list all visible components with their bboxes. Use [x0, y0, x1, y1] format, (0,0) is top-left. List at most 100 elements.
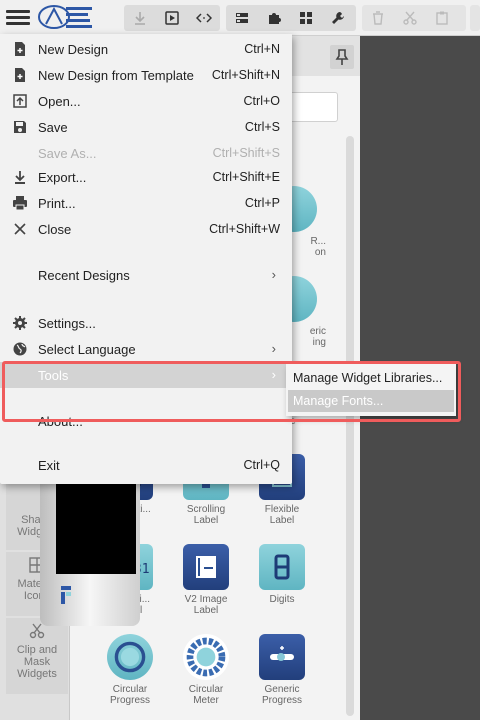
menu-item-new-design[interactable]: New Design Ctrl+N	[0, 36, 292, 62]
menu-item-about[interactable]: About...	[0, 408, 292, 434]
tools-submenu: Manage Widget Libraries... Manage Fonts.…	[286, 364, 456, 416]
menu-item-label: Save As...	[38, 146, 97, 161]
puzzle-icon[interactable]	[258, 5, 290, 31]
menu-item-label: Tools	[38, 368, 69, 383]
menu-shortcut: Ctrl+Shift+S	[212, 146, 280, 160]
toolbar-group-tools	[226, 5, 356, 31]
menu-item-label: New Design from Template	[38, 68, 194, 83]
app-logo	[38, 5, 92, 29]
template-icon	[15, 68, 25, 82]
category-clip-mask[interactable]: Clip and Mask Widgets	[6, 618, 68, 694]
menu-item-label: New Design	[38, 42, 109, 57]
menu-item-label: About...	[38, 414, 83, 429]
category-label: Clip and	[16, 644, 58, 656]
export-icon	[15, 171, 25, 184]
category-label: Mask	[23, 656, 51, 668]
menu-shortcut: Ctrl+Q	[243, 458, 280, 472]
submenu-item-manage-fonts[interactable]: Manage Fonts...	[288, 390, 454, 412]
category-label: Widgets	[17, 668, 57, 680]
menu-item-open[interactable]: Open... Ctrl+O	[0, 88, 292, 114]
menu-item-label: Close	[38, 222, 72, 237]
menu-item-settings[interactable]: Settings...	[0, 310, 292, 336]
submenu-item-manage-widget-libraries[interactable]: Manage Widget Libraries...	[288, 367, 454, 389]
menu-item-export[interactable]: Export... Ctrl+Shift+E	[0, 164, 292, 190]
widget-label: V2 Image	[184, 594, 228, 605]
menu-item-label: Open...	[38, 94, 81, 109]
widget-circular-meter[interactable]: Circular Meter	[170, 634, 242, 706]
widget-label: Scrolling	[186, 504, 226, 515]
menu-item-save-as[interactable]: Save As... Ctrl+Shift+S	[0, 140, 292, 166]
toolbar-overflow[interactable]	[470, 5, 480, 31]
toolbar-group-edit	[362, 5, 466, 31]
layout-icon[interactable]	[226, 5, 258, 31]
print-icon	[13, 196, 27, 211]
save-icon	[14, 121, 26, 133]
trash-icon[interactable]	[362, 5, 394, 31]
widget-label: Circular	[188, 684, 224, 695]
widget-label: Label	[193, 605, 219, 616]
grid-icon[interactable]	[290, 5, 322, 31]
widget-label: Meter	[193, 695, 219, 706]
menu-item-new-from-template[interactable]: New Design from Template Ctrl+Shift+N	[0, 62, 292, 88]
wrench-icon[interactable]	[322, 5, 354, 31]
widget-generic-progress[interactable]: Generic Progress	[246, 634, 318, 706]
clipboard-icon[interactable]	[426, 5, 458, 31]
top-toolbar	[0, 0, 480, 36]
toolbar-group-run	[124, 5, 220, 31]
image-label-icon	[183, 544, 229, 590]
widget-label: Label	[193, 515, 219, 526]
menu-item-label: Select Language	[38, 342, 136, 357]
circular-progress-icon	[107, 634, 153, 680]
widget-digits[interactable]: Digits	[246, 544, 318, 605]
widget-label: Flexible	[264, 504, 300, 515]
download-icon[interactable]	[124, 5, 156, 31]
widget-label: Circular	[112, 684, 148, 695]
close-icon	[14, 223, 26, 235]
widget-label: Progress	[109, 695, 150, 706]
menu-item-label: Print...	[38, 196, 76, 211]
generic-progress-icon	[259, 634, 305, 680]
menu-item-label: Export...	[38, 170, 87, 185]
circular-meter-icon	[183, 634, 229, 680]
scissors-icon[interactable]	[394, 5, 426, 31]
new-file-icon	[15, 42, 25, 56]
menu-item-close[interactable]: Close Ctrl+Shift+W	[0, 216, 292, 242]
menu-item-label: Recent Designs	[38, 268, 130, 283]
menu-item-select-language[interactable]: Select Language ›	[0, 336, 292, 362]
globe-icon	[13, 342, 27, 356]
hamburger-icon[interactable]	[6, 7, 30, 27]
widget-label: Progress	[261, 695, 302, 706]
menu-shortcut: Ctrl+Shift+W	[209, 222, 280, 236]
menu-item-exit[interactable]: Exit Ctrl+Q	[0, 452, 292, 478]
widget-label: Label	[269, 515, 295, 526]
menu-shortcut: Ctrl+N	[244, 42, 280, 56]
menu-shortcut: Ctrl+S	[244, 120, 280, 134]
menu-shortcut: Ctrl+Shift+N	[211, 68, 280, 82]
menu-shortcut: Ctrl+O	[243, 94, 280, 108]
panel-scrollbar[interactable]	[346, 136, 354, 716]
open-icon	[13, 94, 27, 108]
menu-item-tools[interactable]: Tools ›	[0, 362, 292, 388]
widget-label: Digits	[269, 594, 295, 605]
menu-shortcut: Ctrl+Shift+E	[212, 170, 280, 184]
menu-item-save[interactable]: Save Ctrl+S	[0, 114, 292, 140]
digits-icon	[259, 544, 305, 590]
menu-shortcut: Ctrl+P	[244, 196, 280, 210]
widget-v2-image-label[interactable]: V2 Image Label	[170, 544, 242, 616]
menu-item-recent-designs[interactable]: Recent Designs ›	[0, 262, 292, 288]
play-icon[interactable]	[156, 5, 188, 31]
pin-icon[interactable]	[330, 45, 354, 69]
submenu-arrow-icon: ›	[271, 267, 276, 282]
menu-item-label: Exit	[38, 458, 60, 473]
menu-item-print[interactable]: Print... Ctrl+P	[0, 190, 292, 216]
main-menu: New Design Ctrl+N New Design from Templa…	[0, 34, 292, 484]
gear-icon	[13, 316, 27, 330]
menu-item-label: Save	[38, 120, 68, 135]
submenu-arrow-icon: ›	[271, 341, 276, 356]
device-logo-icon	[61, 586, 71, 604]
menu-item-label: Settings...	[38, 316, 96, 331]
code-icon[interactable]	[188, 5, 220, 31]
widget-circular-progress[interactable]: Circular Progress	[94, 634, 166, 706]
widget-label: Generic	[264, 684, 300, 695]
submenu-arrow-icon: ›	[271, 367, 276, 382]
